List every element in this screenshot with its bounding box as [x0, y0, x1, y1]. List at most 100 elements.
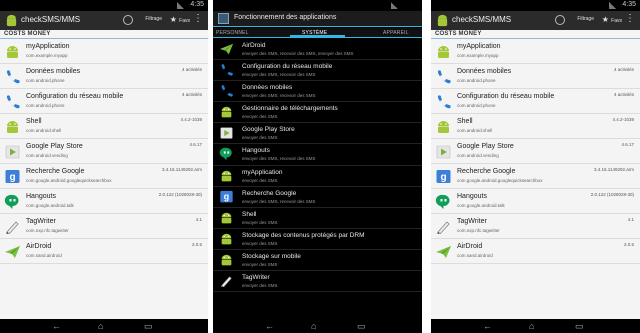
app-name: Recherche Google: [26, 168, 85, 175]
android-icon: [219, 105, 234, 119]
filter-button[interactable]: Filtrage: [577, 16, 594, 22]
list-item[interactable]: Configuration du réseau mobile envoyer de…: [213, 60, 422, 82]
android-icon: [219, 253, 234, 267]
permission-summary: envoyer des SMS, recevoir des SMS, envoy…: [242, 51, 354, 56]
signal-icon: [609, 2, 616, 9]
status-time: 4:35: [190, 1, 204, 8]
app-name: myApplication: [457, 43, 501, 50]
list-item[interactable]: Configuration du réseau mobile com.androi…: [431, 89, 640, 114]
list-item[interactable]: AirDroid envoyer des SMS, recevoir des SM…: [213, 39, 422, 61]
back-icon[interactable]: ←: [483, 320, 492, 332]
settings-app-icon[interactable]: [218, 13, 229, 24]
package-name: com.android.shell: [457, 128, 493, 133]
list-item[interactable]: myApplication com.example.myapp: [431, 39, 640, 64]
filter-icon[interactable]: [123, 15, 133, 25]
filter-button[interactable]: Filtrage: [145, 16, 162, 22]
list-item[interactable]: AirDroid com.sand.airdroid 2.0.5: [0, 239, 208, 264]
list-item[interactable]: g Recherche Google envoyer des SMS, recevo…: [213, 187, 422, 208]
airdroid-icon: [4, 244, 21, 259]
android-icon: [4, 44, 21, 59]
list-item[interactable]: Hangouts com.google.android.talk 2.0.122 (…: [0, 189, 208, 214]
android-icon: [219, 211, 234, 225]
list-item[interactable]: myApplication envoyer des SMS: [213, 166, 422, 187]
app-name: TagWriter: [457, 218, 487, 225]
permission-summary: envoyer des SMS, recevoir des SMS: [242, 156, 316, 162]
package-name: com.example.myapp: [457, 53, 499, 58]
permission-list: AirDroid envoyer des SMS, recevoir des SM…: [213, 39, 422, 319]
navigation-bar: ← ⌂ ▭: [213, 319, 422, 333]
app-name: Configuration du réseau mobile: [26, 93, 124, 100]
list-item[interactable]: Configuration du réseau mobile com.androi…: [0, 89, 208, 114]
favorites-button[interactable]: ★ Favs: [170, 15, 190, 24]
status-time: 4:35: [622, 1, 636, 8]
list-item[interactable]: Hangouts envoyer des SMS, recevoir des SM…: [213, 144, 422, 166]
app-detail: 4 activités: [181, 67, 202, 72]
play-store-icon: [4, 144, 21, 159]
app-name: Données mobiles: [457, 68, 512, 75]
list-item[interactable]: Stockage sur mobile envoyer des SMS: [213, 250, 422, 272]
list-item[interactable]: Shell com.android.shell 4.4.2-1039: [0, 114, 208, 139]
recents-icon[interactable]: ▭: [144, 320, 153, 332]
list-item[interactable]: myApplication com.example.myapp: [0, 39, 208, 64]
list-item[interactable]: Google Play Store envoyer des SMS: [213, 123, 422, 145]
list-item[interactable]: g Recherche Google com.google.android.goog…: [431, 164, 640, 189]
permission-summary: envoyer des SMS: [242, 177, 278, 183]
app-name: Shell: [457, 118, 473, 125]
android-icon: [219, 232, 234, 246]
google-search-icon: g: [435, 169, 452, 184]
tab-device[interactable]: APPAREIL: [383, 30, 409, 36]
home-icon[interactable]: ⌂: [529, 320, 534, 332]
recents-icon[interactable]: ▭: [357, 320, 366, 332]
phone-icon: [4, 94, 21, 109]
home-icon[interactable]: ⌂: [311, 320, 316, 332]
overflow-menu-icon[interactable]: ⋮: [625, 14, 635, 24]
app-detail: 3.4.16.1149292.arm: [162, 167, 202, 172]
signal-icon: [391, 2, 398, 9]
permission-summary: envoyer des SMS: [242, 283, 278, 289]
package-name: com.android.phone: [26, 103, 65, 108]
app-list: COSTS MONEY myApplication com.example.mya…: [431, 30, 640, 319]
list-item[interactable]: TagWriter com.nxp.nfc.tagwriter 4.1: [431, 214, 640, 239]
list-item[interactable]: Données mobiles envoyer des SMS, recevoir…: [213, 81, 422, 103]
app-name: Google Play Store: [457, 143, 514, 150]
tab-personal[interactable]: PERSONNEL: [216, 30, 249, 36]
list-item[interactable]: AirDroid com.sand.airdroid 2.0.5: [431, 239, 640, 264]
overflow-menu-icon[interactable]: ⋮: [193, 14, 203, 24]
back-icon[interactable]: ←: [265, 320, 274, 332]
recents-icon[interactable]: ▭: [575, 320, 584, 332]
app-name: myApplication: [26, 43, 70, 50]
phone-icon: [219, 84, 234, 98]
home-icon[interactable]: ⌂: [98, 320, 103, 332]
list-item[interactable]: Shell envoyer des SMS: [213, 208, 422, 229]
app-detail: 2.0.122 (1028028-30): [590, 192, 634, 197]
app-list: COSTS MONEY myApplication com.example.mya…: [0, 30, 208, 319]
app-detail: 3.4.16.1149292.arm: [594, 167, 634, 172]
app-detail: 2.0.122 (1028028-30): [158, 192, 202, 197]
package-name: com.google.android.talk: [457, 203, 505, 208]
list-item[interactable]: Données mobiles com.android.phone 4 activi…: [431, 64, 640, 89]
star-icon: ★: [601, 15, 609, 24]
list-item[interactable]: Gestionnaire de téléchargements envoyer d…: [213, 102, 422, 124]
app-name: Google Play Store: [242, 126, 295, 134]
permission-summary: envoyer des SMS: [242, 114, 278, 120]
app-name: AirDroid: [242, 42, 266, 49]
list-item[interactable]: Shell com.android.shell 4.4.2-1039: [431, 114, 640, 139]
list-item[interactable]: Google Play Store com.android.vending 4.6.…: [431, 139, 640, 164]
list-item[interactable]: Hangouts com.google.android.talk 2.0.122 (…: [431, 189, 640, 214]
android-icon: [4, 119, 21, 134]
favorites-button[interactable]: ★ Favs: [602, 15, 622, 24]
back-icon[interactable]: ←: [52, 320, 61, 332]
list-item[interactable]: Google Play Store com.android.vending 4.6.…: [0, 139, 208, 164]
list-item[interactable]: g Recherche Google com.google.android.goog…: [0, 164, 208, 189]
package-name: com.google.android.talk: [26, 203, 74, 208]
app-name: Configuration du réseau mobile: [457, 93, 555, 100]
list-item[interactable]: TagWriter envoyer des SMS: [213, 271, 422, 293]
filter-icon[interactable]: [555, 15, 565, 25]
list-item[interactable]: Stockage des contenus protégés par DRM en…: [213, 229, 422, 250]
list-item[interactable]: TagWriter com.nxp.nfc.tagwriter 4.1: [0, 214, 208, 239]
airdroid-icon: [435, 244, 452, 259]
list-item[interactable]: Données mobiles com.android.phone 4 activi…: [0, 64, 208, 89]
app-android-icon[interactable]: [436, 14, 449, 27]
app-android-icon[interactable]: [5, 14, 18, 27]
phone-icon: [435, 69, 452, 84]
